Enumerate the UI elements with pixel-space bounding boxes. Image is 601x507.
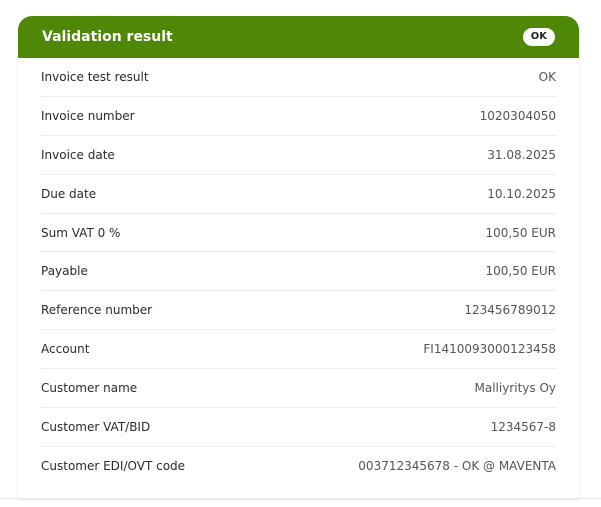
validation-result-card: Validation result OK Invoice test result… bbox=[18, 16, 579, 499]
result-row-invoice-date: Invoice date 31.08.2025 bbox=[41, 136, 556, 175]
bottom-divider bbox=[0, 498, 601, 499]
row-label: Payable bbox=[41, 264, 88, 279]
row-value: 100,50 EUR bbox=[485, 264, 556, 279]
row-label: Customer EDI/OVT code bbox=[41, 459, 186, 474]
row-value: 1020304050 bbox=[479, 108, 556, 123]
row-label: Sum VAT 0 % bbox=[41, 225, 121, 240]
row-label: Due date bbox=[41, 186, 97, 201]
card-header: Validation result OK bbox=[18, 16, 579, 58]
result-row-account: Account FI1410093000123458 bbox=[41, 330, 556, 370]
status-badge: OK bbox=[522, 28, 555, 46]
row-value: 1234567-8 bbox=[490, 419, 556, 434]
result-row-payable: Payable 100,50 EUR bbox=[41, 252, 556, 292]
row-value: 100,50 EUR bbox=[485, 225, 556, 240]
row-label: Invoice date bbox=[41, 147, 115, 162]
row-value: OK bbox=[538, 69, 556, 84]
row-value: 123456789012 bbox=[464, 303, 556, 318]
row-value: 003712345678 - OK @ MAVENTA bbox=[358, 459, 556, 474]
row-value: 31.08.2025 bbox=[487, 147, 556, 162]
row-label: Customer name bbox=[41, 381, 138, 396]
row-label: Invoice test result bbox=[41, 69, 149, 84]
result-row-sum-vat: Sum VAT 0 % 100,50 EUR bbox=[41, 214, 556, 253]
card-title: Validation result bbox=[42, 29, 173, 45]
result-row-invoice-number: Invoice number 1020304050 bbox=[41, 97, 556, 136]
row-value: Malliyritys Oy bbox=[474, 381, 557, 396]
result-row-customer-name: Customer name Malliyritys Oy bbox=[41, 369, 557, 409]
row-label: Reference number bbox=[41, 303, 153, 318]
row-label: Customer VAT/BID bbox=[41, 419, 151, 434]
row-value: 10.10.2025 bbox=[487, 186, 556, 201]
result-row-customer-edi-ovt-code: Customer EDI/OVT code 003712345678 - OK … bbox=[41, 447, 556, 486]
row-label: Account bbox=[41, 342, 90, 357]
row-label: Invoice number bbox=[41, 108, 135, 123]
result-row-customer-vat-bid: Customer VAT/BID 1234567-8 bbox=[41, 408, 556, 447]
result-list: Invoice test result OK Invoice number 10… bbox=[18, 58, 579, 486]
row-value: FI1410093000123458 bbox=[423, 342, 556, 357]
result-row-due-date: Due date 10.10.2025 bbox=[41, 175, 556, 214]
result-row-invoice-test-result: Invoice test result OK bbox=[41, 58, 556, 97]
result-row-reference-number: Reference number 123456789012 bbox=[41, 291, 556, 331]
